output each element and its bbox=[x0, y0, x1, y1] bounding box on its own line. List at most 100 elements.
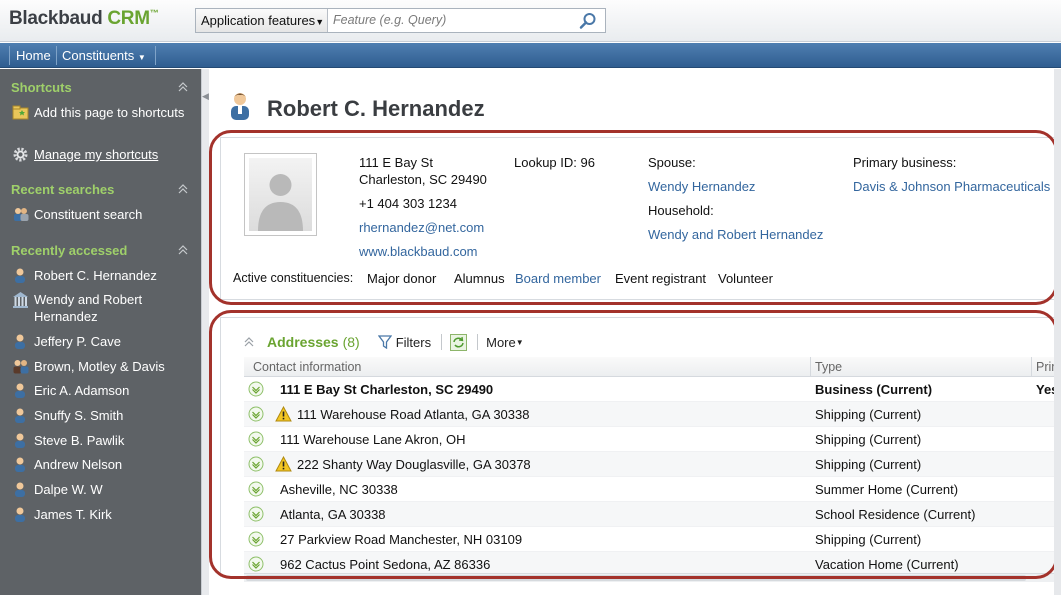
website-link[interactable]: www.blackbaud.com bbox=[359, 243, 478, 260]
collapse-chevron-icon[interactable] bbox=[244, 337, 254, 347]
cell-type: Shipping (Current) bbox=[815, 432, 922, 447]
collapse-chevron-icon[interactable] bbox=[178, 245, 188, 255]
nav-constituents[interactable]: Constituents ▼ bbox=[62, 48, 146, 63]
spouse-label: Spouse: bbox=[648, 155, 696, 170]
person-icon bbox=[15, 507, 25, 522]
logo-text: Blackbaud bbox=[9, 8, 108, 29]
nav-divider bbox=[9, 46, 10, 65]
cell-type: Shipping (Current) bbox=[815, 457, 922, 472]
table-row[interactable]: Atlanta, GA 30338 School Residence (Curr… bbox=[244, 502, 1057, 527]
expand-row-icon[interactable] bbox=[248, 481, 264, 497]
column-header-type[interactable]: Type bbox=[815, 360, 842, 374]
recent-item-label: James T. Kirk bbox=[34, 507, 112, 522]
expand-row-icon[interactable] bbox=[248, 531, 264, 547]
cell-type: Business (Current) bbox=[815, 382, 933, 397]
horizontal-scrollbar[interactable] bbox=[244, 573, 1057, 582]
shortcut-manage[interactable]: Manage my shortcuts bbox=[12, 146, 194, 163]
placeholder-person-icon bbox=[258, 174, 303, 231]
household-link[interactable]: Wendy and Robert Hernandez bbox=[648, 226, 823, 243]
household-icon bbox=[13, 292, 28, 308]
recent-item-label: Eric A. Adamson bbox=[34, 383, 130, 398]
add-shortcut-folder-icon bbox=[12, 105, 29, 120]
table-row[interactable]: Asheville, NC 30338 Summer Home (Current… bbox=[244, 477, 1057, 502]
recent-search-item[interactable]: Constituent search bbox=[12, 206, 194, 223]
filters-button[interactable]: Filters bbox=[377, 334, 432, 350]
recent-item-robert-hernandez[interactable]: Robert C. Hernandez bbox=[12, 267, 194, 284]
column-resize-handle[interactable] bbox=[1031, 357, 1032, 377]
nav-divider bbox=[56, 46, 57, 65]
main-content: Robert C. Hernandez 111 E Bay St Charles… bbox=[209, 69, 1061, 595]
shortcut-add-page-label: Add this page to shortcuts bbox=[34, 105, 185, 120]
recent-item-dalpe-w-w[interactable]: Dalpe W. W bbox=[12, 481, 194, 498]
feature-search: Application features▼ Feature (e.g. Quer… bbox=[195, 8, 606, 33]
filter-funnel-icon bbox=[377, 335, 392, 349]
table-row[interactable]: 222 Shanty Way Douglasville, GA 30378 Sh… bbox=[244, 452, 1057, 477]
filters-label: Filters bbox=[395, 334, 432, 350]
expand-row-icon[interactable] bbox=[248, 506, 264, 522]
recently-accessed-header[interactable]: Recently accessed bbox=[11, 243, 127, 258]
household-label: Household: bbox=[648, 203, 714, 218]
collapse-chevron-icon[interactable] bbox=[178, 82, 188, 92]
lookup-id: Lookup ID: 96 bbox=[514, 154, 595, 171]
collapse-chevron-icon[interactable] bbox=[178, 184, 188, 194]
sidebar-splitter[interactable]: ◀ bbox=[201, 69, 209, 595]
recent-item-andrew-nelson[interactable]: Andrew Nelson bbox=[12, 456, 194, 473]
scrollbar-thumb[interactable] bbox=[246, 575, 1026, 581]
search-input[interactable]: Feature (e.g. Query) bbox=[328, 9, 605, 32]
recent-item-steve-pawlik[interactable]: Steve B. Pawlik bbox=[12, 432, 194, 449]
expand-row-icon[interactable] bbox=[248, 431, 264, 447]
people-search-icon bbox=[14, 208, 29, 221]
search-scope-dropdown[interactable]: Application features▼ bbox=[196, 9, 328, 32]
refresh-icon[interactable] bbox=[450, 333, 468, 351]
constituency-board-member[interactable]: Board member bbox=[515, 270, 601, 287]
primary-business-link[interactable]: Davis & Johnson Pharmaceuticals bbox=[853, 178, 1050, 195]
spouse-link[interactable]: Wendy Hernandez bbox=[648, 178, 755, 195]
search-placeholder: Feature (e.g. Query) bbox=[333, 13, 447, 27]
person-icon bbox=[15, 408, 25, 423]
constituency-major-donor: Major donor bbox=[367, 271, 437, 286]
vertical-scrollbar[interactable] bbox=[1054, 69, 1061, 595]
main-navigation: Home Constituents ▼ bbox=[0, 43, 1061, 68]
recent-item-eric-adamson[interactable]: Eric A. Adamson bbox=[12, 382, 194, 399]
recent-item-james-kirk[interactable]: James T. Kirk bbox=[12, 506, 194, 523]
cell-type: Vacation Home (Current) bbox=[815, 557, 959, 572]
more-menu-button[interactable]: More ▼ bbox=[486, 335, 524, 350]
constituency-alumnus: Alumnus bbox=[454, 271, 505, 286]
recent-searches-header[interactable]: Recent searches bbox=[11, 182, 114, 197]
addresses-title: Addresses bbox=[267, 334, 339, 350]
lookup-id-label: Lookup ID: bbox=[514, 155, 577, 170]
recent-item-label: Steve B. Pawlik bbox=[34, 433, 125, 448]
cell-contact: Atlanta, GA 30338 bbox=[280, 507, 386, 522]
column-resize-handle[interactable] bbox=[810, 357, 811, 377]
expand-row-icon[interactable] bbox=[248, 381, 264, 397]
shortcut-add-page[interactable]: Add this page to shortcuts bbox=[12, 104, 194, 121]
constituent-photo[interactable] bbox=[244, 153, 317, 236]
recent-item-jeffery-cave[interactable]: Jeffery P. Cave bbox=[12, 333, 194, 350]
addresses-grid: Contact information Type Prima 111 E Bay… bbox=[244, 357, 1061, 577]
table-row[interactable]: 27 Parkview Road Manchester, NH 03109 Sh… bbox=[244, 527, 1057, 552]
recent-item-snuffy-smith[interactable]: Snuffy S. Smith bbox=[12, 407, 194, 424]
table-row[interactable]: 111 Warehouse Lane Akron, OH Shipping (C… bbox=[244, 427, 1057, 452]
expand-row-icon[interactable] bbox=[248, 456, 264, 472]
addresses-count: (8) bbox=[342, 334, 360, 350]
email-link[interactable]: rhernandez@net.com bbox=[359, 219, 484, 236]
collapse-arrow-icon[interactable]: ◀ bbox=[202, 91, 209, 102]
search-icon[interactable] bbox=[579, 12, 597, 30]
recent-item-wendy-robert-hernandez[interactable]: Wendy and Robert Hernandez bbox=[12, 291, 194, 325]
app-header: Blackbaud CRM™ Application features▼ Fea… bbox=[0, 0, 1061, 42]
nav-home[interactable]: Home bbox=[16, 48, 51, 63]
expand-row-icon[interactable] bbox=[248, 556, 264, 572]
table-row[interactable]: 111 Warehouse Road Atlanta, GA 30338 Shi… bbox=[244, 402, 1057, 427]
recent-item-brown-motley-davis[interactable]: Brown, Motley & Davis bbox=[12, 358, 194, 375]
toolbar-divider bbox=[477, 334, 479, 350]
sidebar: Shortcuts Add this page to shortcuts Man… bbox=[0, 69, 201, 595]
caret-down-icon: ▼ bbox=[515, 337, 524, 347]
app-logo[interactable]: Blackbaud CRM™ bbox=[9, 8, 159, 30]
address-line-2: Charleston, SC 29490 bbox=[359, 172, 487, 187]
constituency-event-registrant: Event registrant bbox=[615, 271, 707, 286]
group-icon bbox=[13, 360, 29, 374]
shortcuts-header[interactable]: Shortcuts bbox=[11, 80, 72, 95]
expand-row-icon[interactable] bbox=[248, 406, 264, 422]
table-row[interactable]: 111 E Bay St Charleston, SC 29490 Busine… bbox=[244, 377, 1058, 402]
column-header-contact[interactable]: Contact information bbox=[253, 360, 361, 374]
